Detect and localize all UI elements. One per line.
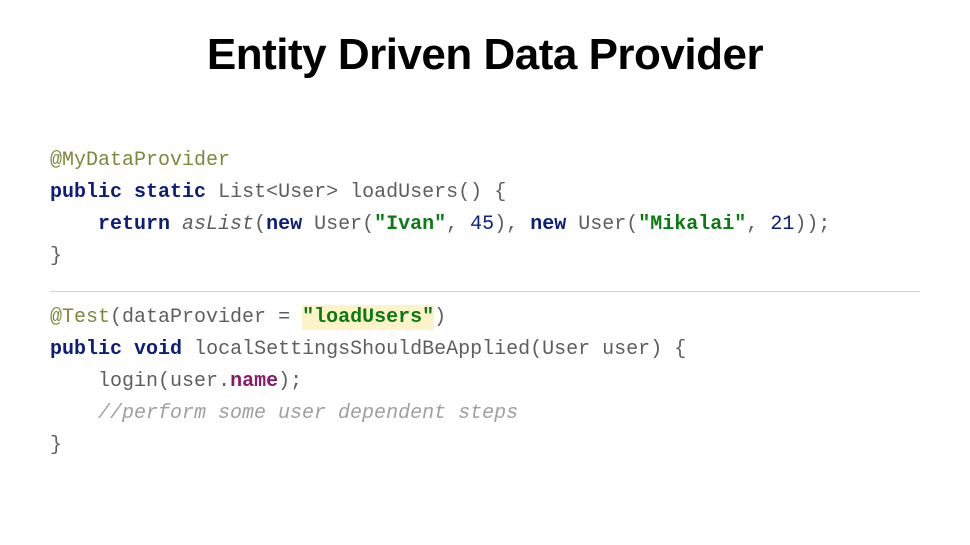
- param-user: user: [602, 338, 650, 361]
- punct-paren-open-3: (: [626, 213, 638, 236]
- annotation-test: @Test: [50, 306, 110, 329]
- string-ivan: "Ivan": [374, 213, 446, 236]
- method-load-users: loadUsers: [350, 181, 458, 204]
- punct-paren-close-1: ): [494, 213, 506, 236]
- punct-gt: >: [326, 181, 338, 204]
- method-local-settings: localSettingsShouldBeApplied: [194, 338, 530, 361]
- brace-open: {: [494, 181, 506, 204]
- ctor-user-2: User: [578, 213, 626, 236]
- punct-paren-open-4: (: [110, 306, 122, 329]
- punct-paren-open-5: (: [530, 338, 542, 361]
- annotation-my-data-provider: @MyDataProvider: [50, 149, 230, 172]
- punct-comma-3: ,: [746, 213, 770, 236]
- punct-paren-close-2: ));: [794, 213, 830, 236]
- punct-comma-1: ,: [446, 213, 470, 236]
- comment-perform-steps: //perform some user dependent steps: [98, 402, 518, 425]
- type-user: User: [278, 181, 326, 204]
- punct-lt: <: [266, 181, 278, 204]
- brace-open-2: {: [674, 338, 686, 361]
- code-area: @MyDataProvider public static List<User>…: [50, 145, 920, 462]
- punct-paren-open-6: (: [158, 370, 170, 393]
- number-21: 21: [770, 213, 794, 236]
- type-list: List: [218, 181, 266, 204]
- code-block-provider: @MyDataProvider public static List<User>…: [50, 145, 920, 273]
- code-block-test: @Test(dataProvider = "loadUsers") public…: [50, 302, 920, 462]
- keyword-new-2: new: [530, 213, 566, 236]
- call-as-list: asList: [182, 213, 254, 236]
- number-45: 45: [470, 213, 494, 236]
- punct-eq: =: [266, 306, 302, 329]
- keyword-public-2: public: [50, 338, 122, 361]
- string-load-users: "loadUsers": [302, 305, 434, 330]
- punct-comma-2: ,: [506, 213, 530, 236]
- param-type-user: User: [542, 338, 590, 361]
- punct-paren-close-5: );: [278, 370, 302, 393]
- keyword-static: static: [134, 181, 206, 204]
- field-name: name: [230, 370, 278, 393]
- keyword-void: void: [134, 338, 182, 361]
- punct-paren-open: (: [254, 213, 266, 236]
- punct-dot: .: [218, 370, 230, 393]
- keyword-public: public: [50, 181, 122, 204]
- punct-paren-close-4: ): [650, 338, 662, 361]
- keyword-return: return: [98, 213, 170, 236]
- brace-close-2: }: [50, 434, 62, 457]
- punct-paren-close-3: ): [434, 306, 446, 329]
- string-mikalai: "Mikalai": [638, 213, 746, 236]
- brace-close: }: [50, 245, 62, 268]
- punct-parens: (): [458, 181, 482, 204]
- keyword-new-1: new: [266, 213, 302, 236]
- punct-paren-open-2: (: [362, 213, 374, 236]
- ref-user: user: [170, 370, 218, 393]
- code-divider: [50, 291, 920, 292]
- ctor-user-1: User: [314, 213, 362, 236]
- attr-data-provider: dataProvider: [122, 306, 266, 329]
- slide-title: Entity Driven Data Provider: [50, 30, 920, 80]
- call-login: login: [98, 370, 158, 393]
